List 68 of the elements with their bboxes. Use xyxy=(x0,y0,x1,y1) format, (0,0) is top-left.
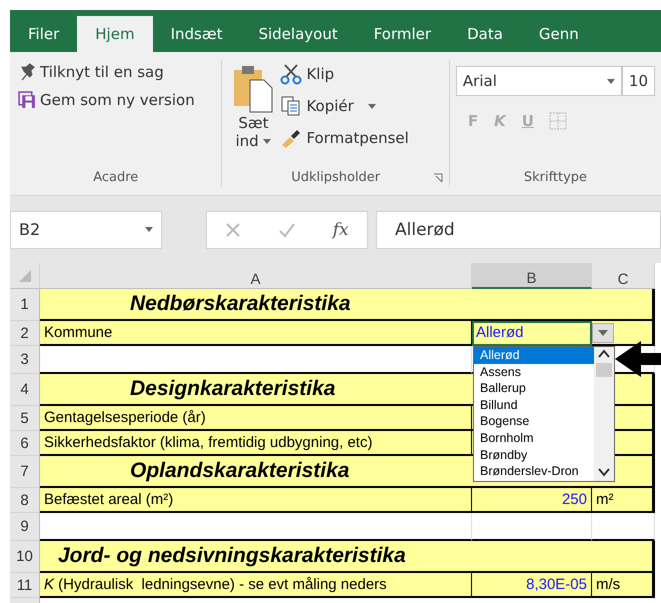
table-cell: 250 xyxy=(472,488,592,513)
dropdown-option[interactable]: Bogense xyxy=(474,413,594,430)
paintbrush-icon xyxy=(280,127,302,149)
caret-icon xyxy=(598,330,608,336)
dialog-launcher-icon[interactable] xyxy=(432,173,443,183)
dropdown-option[interactable]: Brønderslev-Dron xyxy=(474,463,594,480)
column-header[interactable]: A xyxy=(40,263,472,289)
scissors-icon xyxy=(280,63,302,85)
caret-icon xyxy=(368,104,376,110)
ribbon-command[interactable]: Gem som ny version xyxy=(16,88,197,112)
checkmark-icon[interactable] xyxy=(278,222,296,238)
column-header[interactable]: B xyxy=(472,263,592,289)
caret-icon xyxy=(606,78,615,84)
copy-icon xyxy=(280,95,302,117)
ribbon-command[interactable]: Tilknyt til en sag xyxy=(16,60,197,84)
group-label: Acadre xyxy=(93,170,138,185)
row-header[interactable]: 10 xyxy=(10,541,40,573)
ribbon-tab[interactable]: Formler xyxy=(356,16,450,52)
ribbon-tab[interactable]: Indsæt xyxy=(152,16,240,52)
row-header[interactable]: 6 xyxy=(10,431,40,456)
table-cell[interactable]: Allerød xyxy=(472,321,592,346)
row-header[interactable]: 7 xyxy=(10,456,40,488)
group-label: Udklipsholder xyxy=(291,170,380,185)
row-header[interactable]: 4 xyxy=(10,374,40,406)
section-heading: Nedbørskarakteristika xyxy=(40,289,655,321)
borders-icon[interactable] xyxy=(548,111,568,131)
row-header[interactable]: 5 xyxy=(10,406,40,431)
scrollbar-thumb[interactable] xyxy=(596,363,612,377)
row-header[interactable]: 8 xyxy=(10,488,40,513)
dropdown-option[interactable]: Ballerup xyxy=(474,380,594,397)
caret-icon xyxy=(263,139,272,144)
dropdown-button[interactable] xyxy=(592,322,614,342)
cancel-icon[interactable] xyxy=(225,222,242,238)
table-cell: Sikkerhedsfaktor (klima, fremtidig udbygning, etc) xyxy=(40,431,472,456)
table-cell: m/s xyxy=(592,573,655,598)
dropdown-option[interactable]: Allerød xyxy=(474,347,594,364)
table-cell: Kommune xyxy=(40,321,472,346)
table-cell: K (Hydraulisk ledningsevne) - se evt måling neders xyxy=(40,573,472,598)
select-all-icon[interactable] xyxy=(18,270,30,282)
section-heading: Jord- og nedsivningskarakteristika xyxy=(40,541,655,573)
clipboard-icon xyxy=(232,64,274,114)
ribbon-tab[interactable]: Sidelayout xyxy=(240,16,356,52)
name-box[interactable]: B2 xyxy=(10,210,162,248)
column-header[interactable]: C xyxy=(592,263,655,289)
table-cell: 8,30E-05 xyxy=(472,573,592,598)
paste-button[interactable]: Sæt ind xyxy=(228,60,278,170)
table-cell: m² xyxy=(592,488,655,513)
row-header[interactable]: 9 xyxy=(10,513,40,541)
insert-function-button[interactable]: fx xyxy=(332,220,349,240)
row-header[interactable]: 2 xyxy=(10,321,40,346)
formula-field[interactable]: Allerød xyxy=(376,210,661,248)
ribbon-tab[interactable]: Filer xyxy=(10,16,78,52)
ribbon-tab[interactable]: Data xyxy=(449,16,521,52)
font-size-field[interactable]: 10 xyxy=(622,66,655,96)
ribbon-tab[interactable]: Genn xyxy=(520,16,597,52)
ribbon-command[interactable]: Kopiér xyxy=(278,92,411,120)
ribbon-tab[interactable]: Hjem xyxy=(77,16,153,52)
table-cell: Gentagelsesperiode (år) xyxy=(40,406,472,431)
ribbon-command[interactable]: Klip xyxy=(278,60,411,88)
row-header[interactable]: 3 xyxy=(10,346,40,374)
dropdown-option[interactable]: Bornholm xyxy=(474,430,594,447)
row-header[interactable]: 1 xyxy=(10,289,40,321)
ribbon-command[interactable]: Formatpensel xyxy=(278,124,411,152)
caret-icon xyxy=(145,227,153,232)
table-cell: Befæstet areal (m²) xyxy=(40,488,472,513)
row-header[interactable]: 11 xyxy=(10,573,40,598)
group-label: Skrifttype xyxy=(524,170,588,185)
font-name-field[interactable]: Arial xyxy=(456,66,622,96)
